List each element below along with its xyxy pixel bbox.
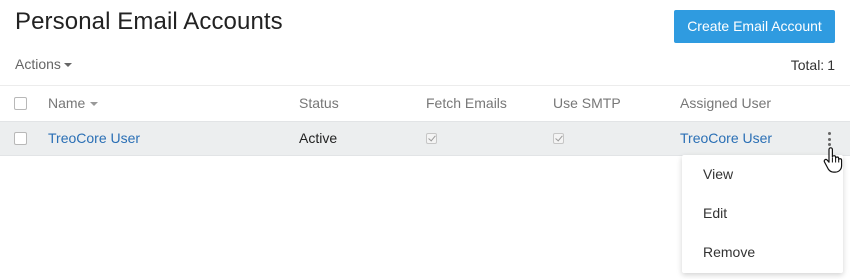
column-header-use-smtp: Use SMTP	[553, 95, 621, 111]
kebab-vertical-icon[interactable]	[826, 132, 832, 146]
menu-item-edit[interactable]: Edit	[682, 198, 843, 237]
select-all-checkbox[interactable]	[14, 97, 27, 110]
menu-item-view[interactable]: View	[682, 159, 843, 198]
hand-cursor-icon	[823, 147, 843, 173]
column-header-fetch-emails: Fetch Emails	[426, 95, 507, 111]
caret-down-icon	[63, 62, 72, 67]
total-count: Total: 1	[791, 57, 835, 73]
page-title: Personal Email Accounts	[15, 8, 283, 35]
column-header-name[interactable]: Name	[48, 95, 99, 111]
menu-item-remove[interactable]: Remove	[682, 237, 843, 276]
row-checkbox[interactable]	[14, 132, 27, 145]
total-label: Total:	[790, 57, 825, 73]
column-header-assigned-user: Assigned User	[680, 95, 772, 111]
use-smtp-checkbox	[553, 133, 564, 144]
table-row: TreoCore User Active TreoCore User	[0, 121, 850, 156]
total-value: 1	[827, 57, 835, 73]
table-header: Name Status Fetch Emails Use SMTP Assign…	[0, 85, 850, 121]
row-assigned-user-link[interactable]: TreoCore User	[680, 130, 772, 146]
fetch-emails-checkbox	[426, 133, 437, 144]
row-actions-menu: View Edit Remove	[682, 155, 843, 273]
actions-dropdown[interactable]: Actions	[15, 56, 72, 72]
email-accounts-table: Name Status Fetch Emails Use SMTP Assign…	[0, 85, 850, 156]
sort-caret-icon	[90, 101, 99, 106]
create-email-account-button[interactable]: Create Email Account	[674, 10, 835, 43]
row-name-link[interactable]: TreoCore User	[48, 130, 140, 146]
row-status: Active	[299, 130, 338, 146]
column-header-name-label: Name	[48, 95, 86, 111]
column-header-status: Status	[299, 95, 339, 111]
actions-label: Actions	[15, 56, 61, 72]
